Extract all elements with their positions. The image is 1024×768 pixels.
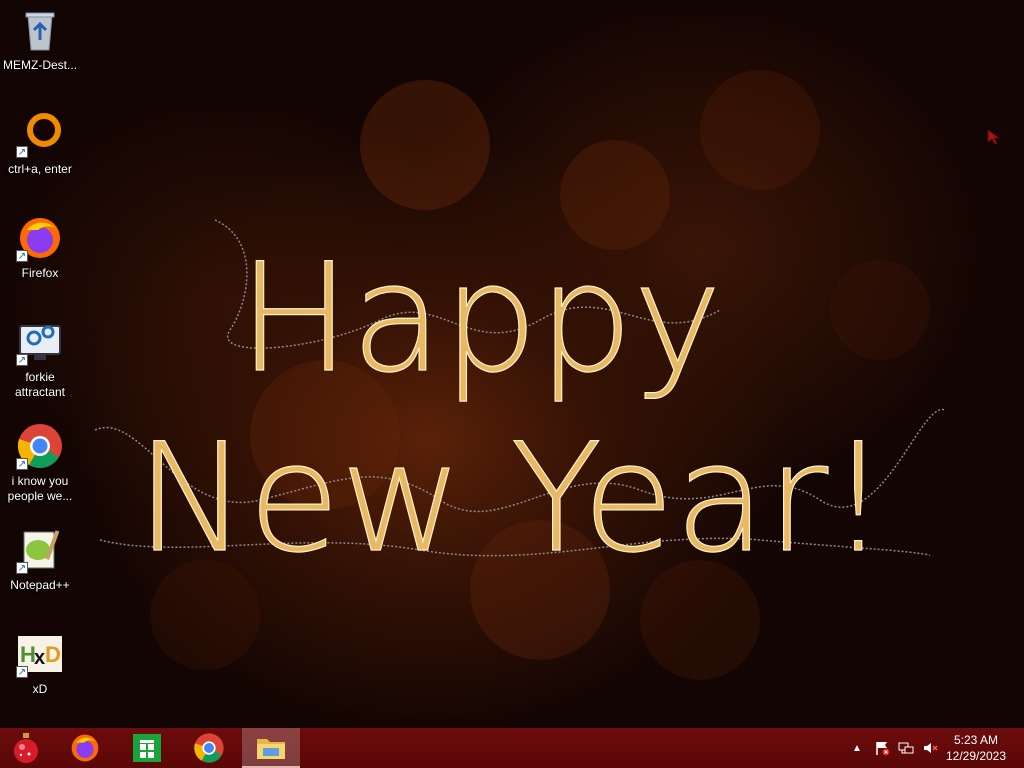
svg-text:x: x <box>34 647 45 669</box>
desktop-icon-label: xD <box>32 682 48 696</box>
orange-ring-icon: ↗ <box>16 110 64 158</box>
network-icon[interactable] <box>896 728 916 768</box>
shortcut-arrow-icon: ↗ <box>16 562 28 574</box>
desktop-wallpaper: Happy New Year! <box>0 0 1024 728</box>
headline-line-1: Happy <box>238 232 722 406</box>
desktop-icon-label: ctrl+a, enter <box>8 162 72 176</box>
monitor-gears-icon: ↗ <box>16 318 64 366</box>
desktop-icon-forkie-attractant[interactable]: ↗ forkie attractant <box>2 318 78 400</box>
shortcut-arrow-icon: ↗ <box>16 146 28 158</box>
action-center-flag-icon[interactable] <box>872 728 892 768</box>
firefox-icon: ↗ <box>16 214 64 262</box>
desktop-icon-firefox[interactable]: ↗ Firefox <box>2 214 78 281</box>
firefox-icon <box>71 734 99 762</box>
shortcut-arrow-icon: ↗ <box>16 250 28 262</box>
chrome-icon <box>194 733 224 763</box>
happy-new-year-lights: Happy New Year! <box>94 219 946 580</box>
desktop-icon-memz[interactable]: MEMZ-Dest... <box>2 6 78 73</box>
taskbar-chrome-button[interactable] <box>180 728 238 768</box>
svg-text:D: D <box>45 642 61 667</box>
desktop-icon-label: i know you people we... <box>7 474 73 503</box>
start-button[interactable] <box>0 728 52 768</box>
desktop-icon-notepad-plus-plus[interactable]: ↗ Notepad++ <box>2 526 78 593</box>
shortcut-arrow-icon: ↗ <box>16 666 28 678</box>
desktop-icon-label: Firefox <box>21 266 59 280</box>
ornament-start-icon <box>14 733 38 763</box>
mouse-cursor-icon <box>987 129 1001 145</box>
desktop-icon-ctrl-a-enter[interactable]: ↗ ctrl+a, enter <box>2 110 78 177</box>
taskbar-firefox-button[interactable] <box>56 728 114 768</box>
shortcut-arrow-icon: ↗ <box>16 458 28 470</box>
desktop-icon-chrome[interactable]: ↗ i know you people we... <box>2 422 78 504</box>
taskbar-file-explorer-button[interactable] <box>242 728 300 768</box>
show-hidden-icons-chevron[interactable]: ▲ <box>848 728 866 768</box>
taskbar: ▲ 5:23 AM 12/29/2023 <box>0 728 1024 768</box>
desktop-icon-xd[interactable]: H x D ↗ xD <box>2 630 78 697</box>
notepad-plus-plus-icon: ↗ <box>16 526 64 574</box>
store-icon <box>133 734 161 762</box>
desktop-icon-label: forkie attractant <box>14 370 66 399</box>
headline-line-2: New Year! <box>136 412 889 580</box>
clock-date: 12/29/2023 <box>945 749 1007 763</box>
volume-muted-icon[interactable] <box>920 728 940 768</box>
file-explorer-icon <box>257 739 285 759</box>
desktop-icon-label: MEMZ-Dest... <box>3 58 77 72</box>
taskbar-store-button[interactable] <box>118 728 176 768</box>
clock-time: 5:23 AM <box>953 733 999 747</box>
hxd-icon: H x D ↗ <box>16 630 64 678</box>
desktop-icon-label: Notepad++ <box>10 578 70 592</box>
chrome-icon: ↗ <box>16 422 64 470</box>
recycle-bin-icon <box>16 6 64 54</box>
taskbar-clock[interactable]: 5:23 AM 12/29/2023 <box>940 732 1012 764</box>
shortcut-arrow-icon: ↗ <box>16 354 28 366</box>
